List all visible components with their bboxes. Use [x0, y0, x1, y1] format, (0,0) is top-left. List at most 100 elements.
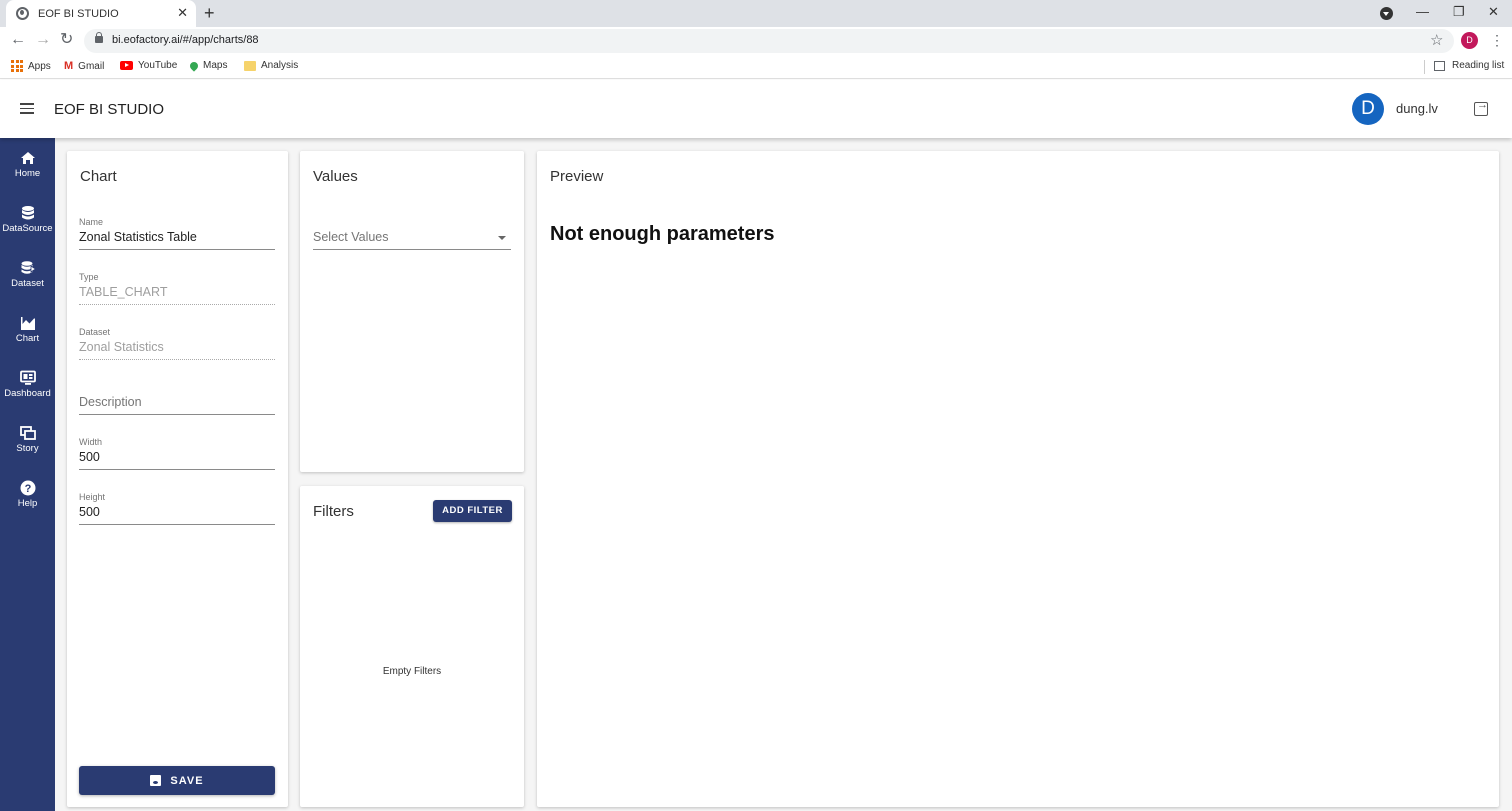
bookmark-label: Gmail — [78, 60, 105, 72]
nav-item-story[interactable]: Story — [0, 425, 55, 475]
nav-label: Story — [16, 443, 39, 454]
gmail-icon: M — [64, 60, 74, 72]
name-label: Name — [79, 217, 104, 227]
maps-icon — [188, 59, 200, 72]
user-avatar[interactable]: D — [1352, 93, 1384, 125]
tab-search-icon[interactable] — [1380, 7, 1393, 20]
home-icon — [20, 152, 35, 164]
minimize-icon[interactable]: — — [1416, 4, 1429, 19]
story-icon — [19, 426, 36, 440]
nav-label: Dataset — [11, 278, 44, 289]
apps-grid-icon — [11, 60, 23, 72]
width-input[interactable]: 500 — [79, 450, 275, 470]
reload-icon[interactable]: ↻ — [60, 31, 73, 49]
nav-label: DataSource — [2, 223, 53, 234]
dataset-label: Dataset — [79, 327, 111, 337]
help-icon: ? — [20, 480, 35, 496]
dataset-input: Zonal Statistics — [79, 340, 275, 360]
preview-message: Not enough parameters — [550, 223, 775, 245]
values-select[interactable]: Select Values — [313, 230, 511, 250]
nav-label: Home — [14, 168, 41, 179]
add-filter-button[interactable]: ADD FILTER — [433, 500, 512, 522]
tab-title: EOF BI STUDIO — [38, 7, 119, 20]
address-bar[interactable]: bi.eofactory.ai/#/app/charts/88 — [84, 29, 1454, 53]
save-icon — [150, 775, 162, 786]
values-select-placeholder[interactable]: Select Values — [313, 230, 511, 250]
name-input[interactable]: Zonal Statistics Table — [79, 230, 275, 250]
dashboard-icon — [19, 370, 36, 385]
browser-tab-strip: EOF BI STUDIO ✕ + — ❐ ✕ — [0, 0, 1512, 27]
bookmarks-bar: Apps M Gmail YouTube Maps Analysis Readi… — [0, 55, 1512, 79]
preview-card-title: Preview — [550, 168, 604, 185]
bookmark-separator — [1424, 60, 1425, 74]
preview-card: Preview Not enough parameters — [537, 151, 1499, 807]
svg-text:?: ? — [24, 483, 31, 495]
description-input[interactable]: Description — [79, 395, 275, 415]
nav-label: Chart — [15, 333, 40, 344]
height-input[interactable]: 500 — [79, 505, 275, 525]
username[interactable]: dung.lv — [1396, 101, 1438, 116]
menu-icon[interactable] — [20, 103, 34, 114]
restore-icon[interactable]: ❐ — [1453, 4, 1465, 20]
type-field: Type TABLE_CHART — [79, 272, 275, 305]
dataset-icon — [21, 261, 36, 274]
save-button[interactable]: SAVE — [79, 766, 275, 795]
height-field[interactable]: Height 500 — [79, 492, 275, 525]
bookmark-label: YouTube — [138, 60, 178, 71]
type-label: Type — [79, 272, 99, 282]
nav-item-dataset[interactable]: Dataset — [0, 260, 55, 310]
bookmark-apps[interactable]: Apps — [11, 60, 51, 72]
bookmark-gmail[interactable]: M Gmail — [64, 60, 104, 72]
empty-filters-text: Empty Filters — [382, 666, 442, 677]
width-field[interactable]: Width 500 — [79, 437, 275, 470]
filters-card: Filters ADD FILTER Empty Filters — [300, 486, 524, 807]
bookmark-maps[interactable]: Maps — [188, 59, 228, 72]
chart-card-title: Chart — [80, 168, 117, 185]
bookmark-label: Apps — [28, 60, 51, 72]
values-card-title: Values — [313, 168, 358, 185]
back-icon[interactable]: ← — [10, 31, 26, 49]
dropdown-arrow-icon[interactable] — [498, 236, 506, 240]
bookmark-youtube[interactable]: YouTube — [120, 60, 177, 71]
bookmark-analysis[interactable]: Analysis — [244, 60, 298, 71]
height-label: Height — [79, 492, 106, 502]
database-icon — [21, 206, 34, 220]
nav-item-chart[interactable]: Chart — [0, 315, 55, 365]
browser-tab[interactable]: EOF BI STUDIO ✕ — [6, 0, 196, 27]
save-button-label: SAVE — [170, 774, 204, 787]
new-tab-button[interactable]: + — [204, 3, 215, 23]
reading-list-icon — [1434, 60, 1445, 71]
profile-avatar[interactable]: D — [1461, 32, 1478, 49]
description-field[interactable]: Description — [79, 395, 275, 415]
forward-icon[interactable]: → — [35, 31, 51, 49]
filters-card-title: Filters — [313, 503, 354, 520]
chart-icon — [20, 317, 35, 330]
side-navigation: Home DataSource Dataset Chart Dashboard … — [0, 138, 55, 811]
app-header: EOF BI STUDIO D dung.lv — [0, 80, 1512, 138]
name-field[interactable]: Name Zonal Statistics Table — [79, 217, 275, 250]
dataset-field: Dataset Zonal Statistics — [79, 327, 275, 360]
globe-icon — [16, 7, 29, 20]
nav-item-datasource[interactable]: DataSource — [0, 205, 55, 255]
url-text[interactable]: bi.eofactory.ai/#/app/charts/88 — [112, 34, 259, 46]
values-card: Values Select Values — [300, 151, 524, 472]
close-tab-icon[interactable]: ✕ — [177, 6, 188, 20]
chart-settings-card: Chart Name Zonal Statistics Table Type T… — [67, 151, 288, 807]
bookmark-star-icon[interactable]: ☆ — [1430, 31, 1443, 49]
bookmark-label: Maps — [203, 60, 228, 71]
browser-toolbar: ← → ↻ bi.eofactory.ai/#/app/charts/88 — [0, 27, 1512, 55]
logout-icon[interactable] — [1474, 99, 1488, 116]
nav-item-dashboard[interactable]: Dashboard — [0, 370, 55, 420]
bookmark-label: Analysis — [261, 60, 299, 71]
width-label: Width — [79, 437, 103, 447]
folder-icon — [244, 60, 256, 71]
nav-item-home[interactable]: Home — [0, 150, 55, 200]
nav-item-help[interactable]: ? Help — [0, 480, 55, 530]
browser-menu-icon[interactable]: ⋮ — [1490, 32, 1504, 49]
lock-icon[interactable] — [95, 32, 103, 43]
main-content: Chart Name Zonal Statistics Table Type T… — [55, 138, 1512, 811]
reading-list-button[interactable]: Reading list — [1434, 60, 1504, 71]
close-window-icon[interactable]: ✕ — [1488, 4, 1499, 20]
app-title: EOF BI STUDIO — [54, 101, 165, 118]
type-input: TABLE_CHART — [79, 285, 275, 305]
